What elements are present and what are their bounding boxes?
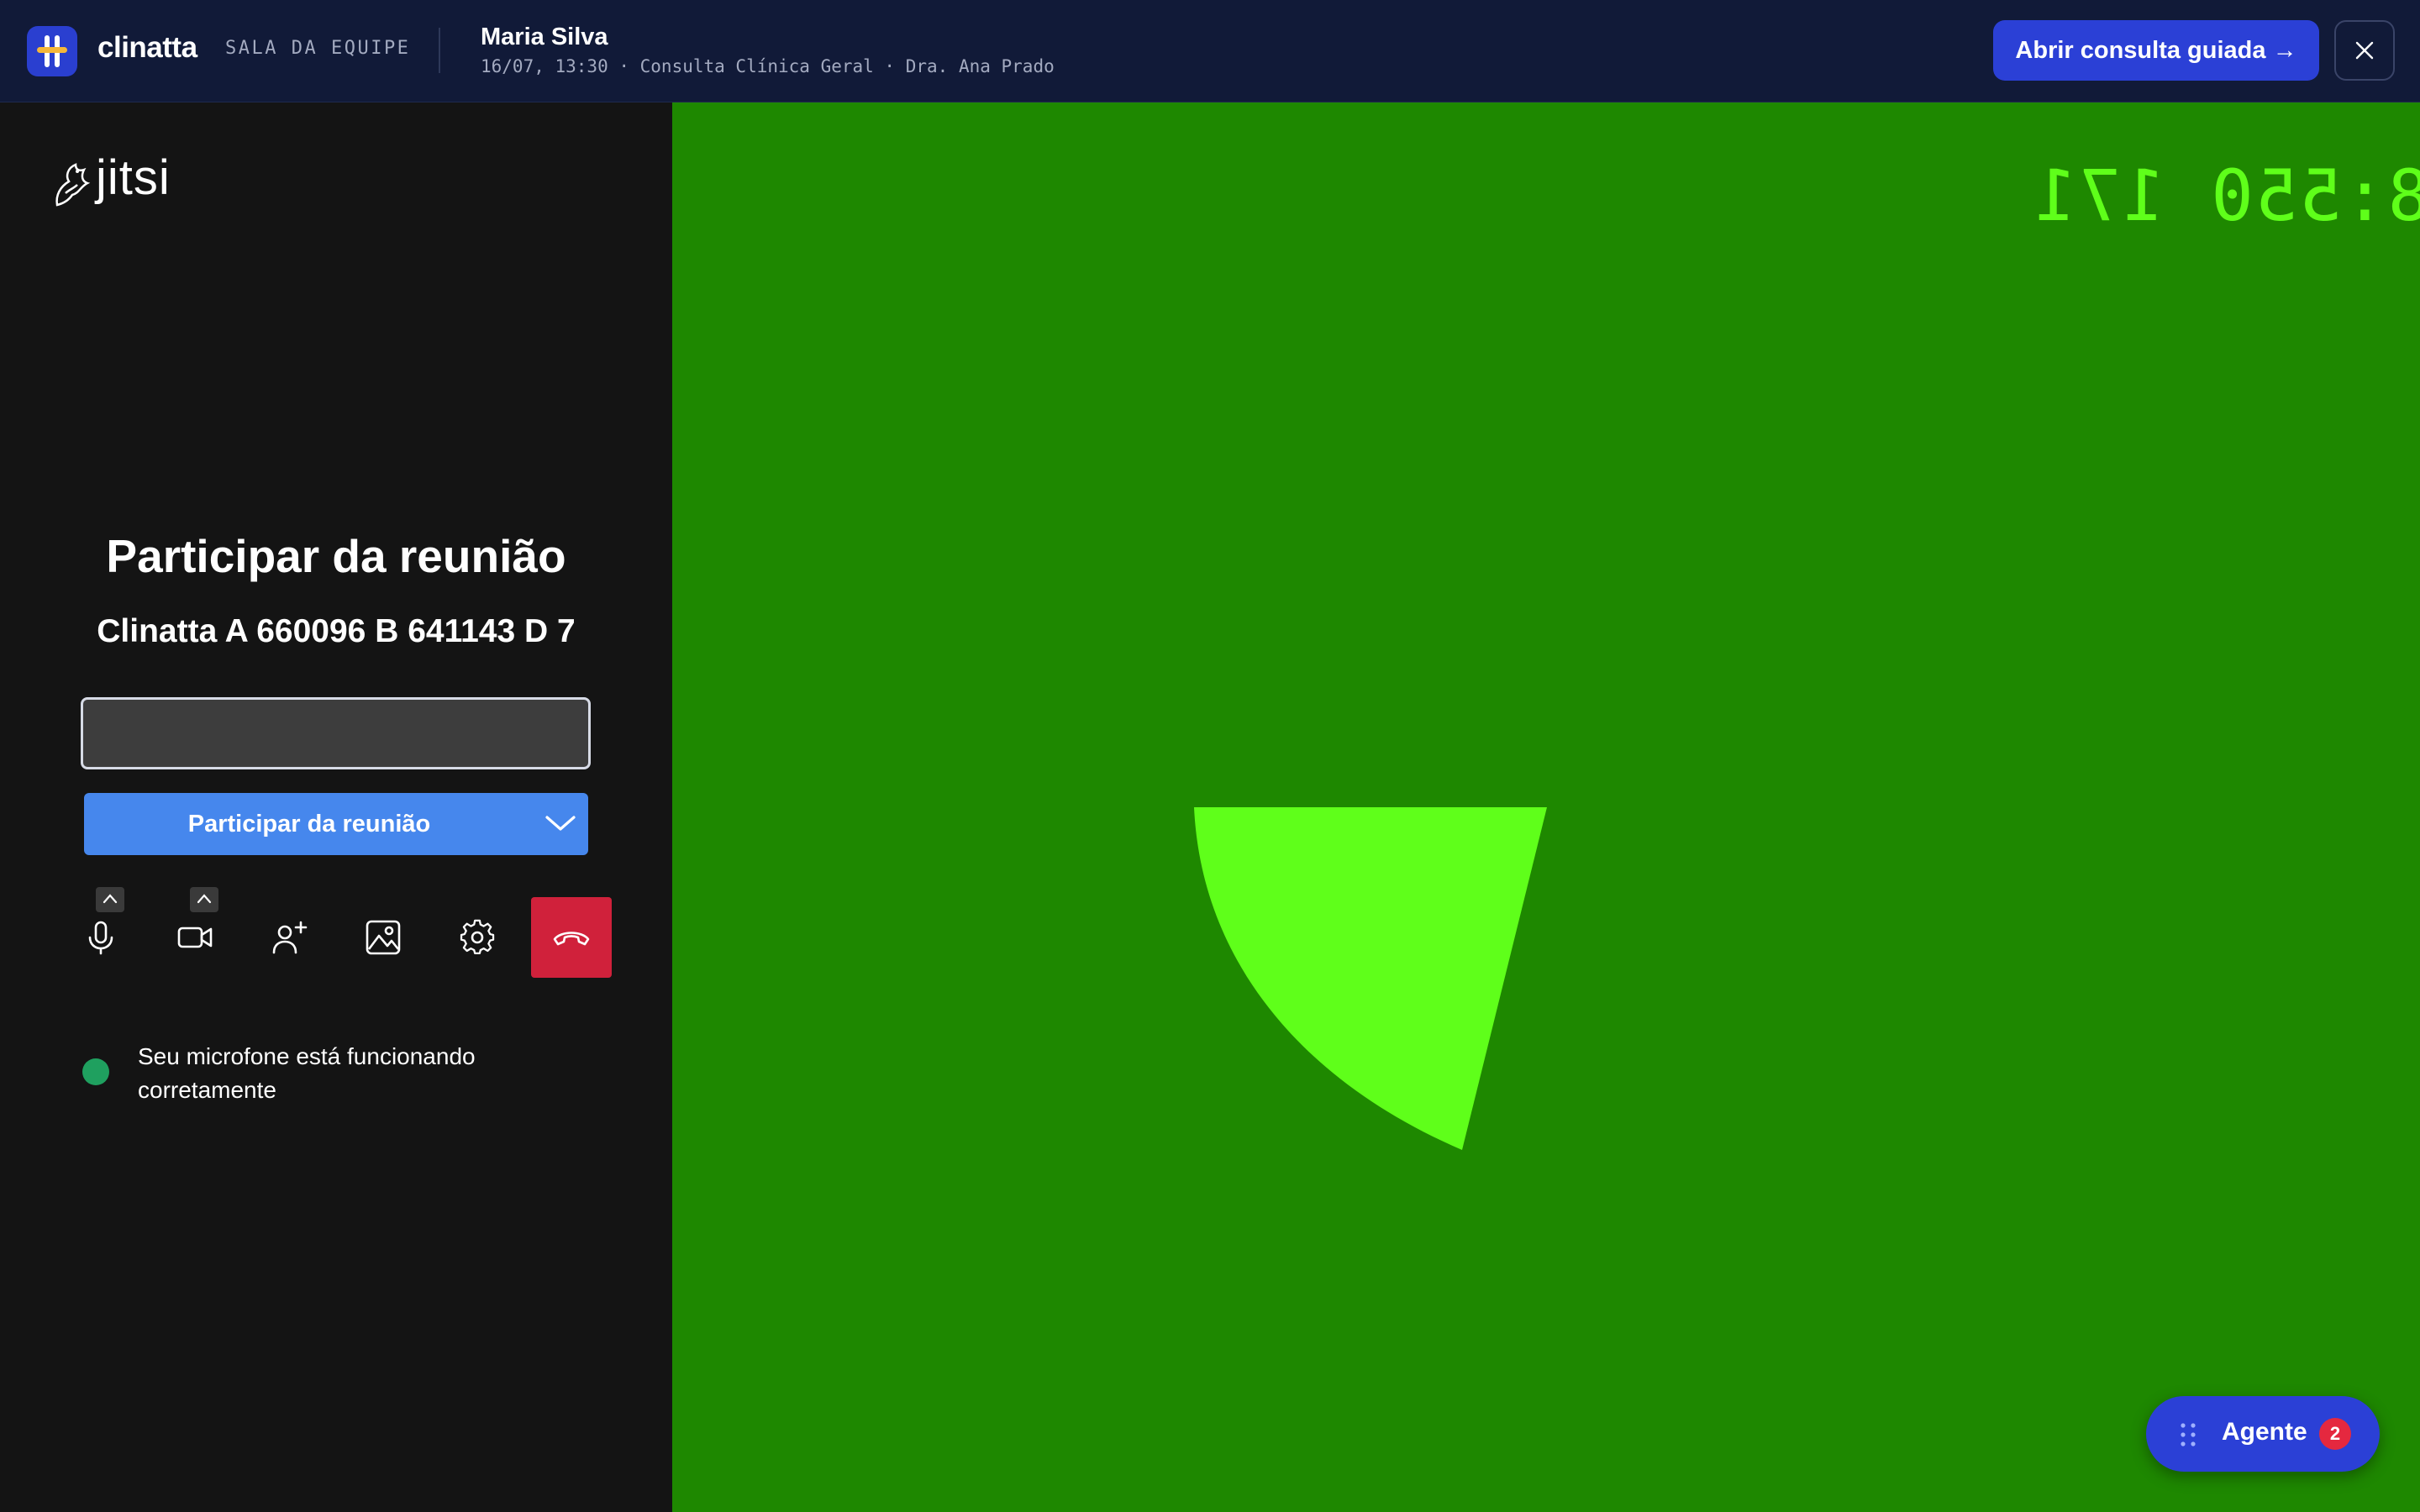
display-name-input[interactable] [81, 697, 591, 769]
add-person-icon [272, 921, 308, 954]
clinatta-logo-icon [27, 26, 77, 76]
close-icon [2355, 41, 2374, 60]
join-meeting-label: Participar da reunião [187, 810, 431, 837]
gear-icon [460, 919, 495, 954]
microphone-options-button[interactable] [96, 887, 124, 912]
camera-toggle-button[interactable] [155, 887, 235, 978]
phone-hangup-icon [553, 932, 590, 946]
open-guided-consultation-button[interactable]: Abrir consulta guiada → [1993, 20, 2319, 81]
invite-people-button[interactable] [249, 897, 329, 978]
video-preview-stage: 8:550 171 [672, 102, 2420, 1512]
agent-label: Agente [2222, 1418, 2307, 1446]
join-meeting-button[interactable]: Participar da reunião [84, 793, 588, 855]
test-pattern-shape [1194, 807, 1547, 1150]
jitsi-bird-icon [55, 163, 91, 207]
patient-name: Maria Silva [481, 24, 608, 50]
prejoin-panel: jitsi Participar da reunião Clinatta A 6… [0, 102, 672, 1512]
header-divider [439, 28, 440, 73]
microphone-toggle-button[interactable] [60, 887, 141, 978]
camera-icon [177, 927, 213, 948]
jitsi-wordmark: jitsi [96, 150, 171, 205]
chevron-up-icon [197, 894, 212, 904]
mic-status-indicator [82, 1058, 109, 1085]
camera-options-button[interactable] [190, 887, 218, 912]
join-title: Participar da reunião [106, 530, 566, 582]
agent-notification-badge: 2 [2319, 1418, 2351, 1450]
chevron-down-icon [545, 816, 576, 831]
grip-icon [2181, 1423, 2196, 1446]
select-background-button[interactable] [343, 897, 424, 978]
team-room-label: SALA DA EQUIPE [225, 38, 411, 59]
close-button[interactable] [2334, 20, 2395, 81]
image-icon [366, 920, 401, 955]
settings-button[interactable] [437, 897, 518, 978]
mic-status-text: Seu microfone está funcionando corretame… [138, 1043, 476, 1103]
agent-button[interactable]: Agente 2 [2146, 1396, 2380, 1472]
hangup-button[interactable] [531, 897, 612, 978]
join-options-dropdown[interactable] [534, 793, 588, 855]
chevron-up-icon [103, 894, 118, 904]
microphone-icon [88, 921, 113, 955]
top-bar: clinatta SALA DA EQUIPE Maria Silva 16/0… [0, 0, 2420, 102]
brand-name: clinatta [97, 31, 197, 64]
appointment-meta: 16/07, 13:30 · Consulta Clínica Geral · … [481, 56, 1055, 76]
room-name: Clinatta A 660096 B 641143 D 7 [97, 613, 576, 649]
